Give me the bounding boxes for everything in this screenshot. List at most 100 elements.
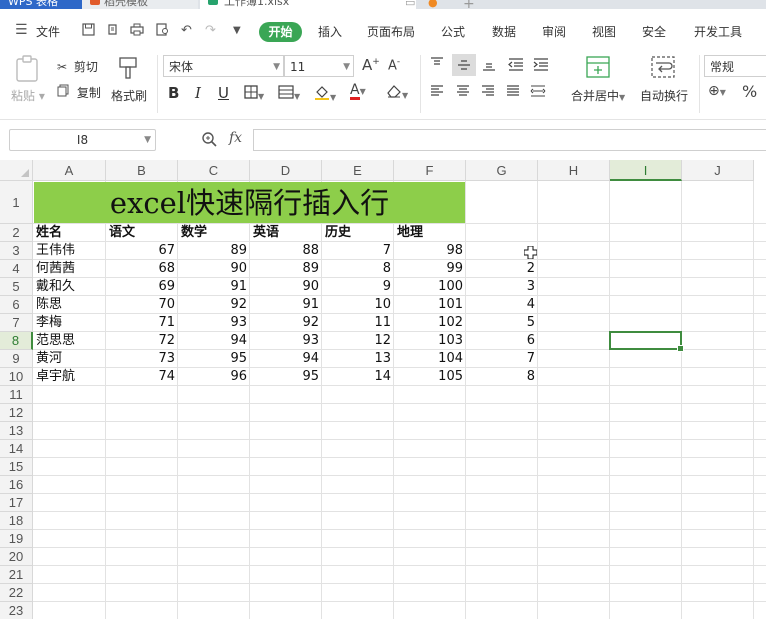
value-cell[interactable]: 89 bbox=[178, 242, 250, 260]
value-cell[interactable]: 93 bbox=[178, 314, 250, 332]
name-box[interactable]: I8 ▼ bbox=[9, 129, 156, 151]
export-icon[interactable] bbox=[106, 23, 119, 40]
row-header-19[interactable]: 19 bbox=[0, 530, 33, 548]
cut-button[interactable]: ✂ 剪切 bbox=[57, 58, 98, 75]
column-header-f[interactable]: F bbox=[394, 160, 466, 181]
row-header-22[interactable]: 22 bbox=[0, 584, 33, 602]
wrap-text-icon-button[interactable] bbox=[651, 56, 675, 81]
value-cell[interactable]: 90 bbox=[250, 278, 322, 296]
value-cell[interactable]: 91 bbox=[250, 296, 322, 314]
format-painter-label[interactable]: 格式刷 bbox=[111, 87, 147, 104]
row-header-10[interactable]: 10 bbox=[0, 368, 33, 386]
row-header-18[interactable]: 18 bbox=[0, 512, 33, 530]
align-right-button[interactable] bbox=[481, 85, 495, 100]
print-icon[interactable] bbox=[130, 23, 144, 40]
value-cell[interactable]: 6 bbox=[466, 332, 538, 350]
column-header-i[interactable]: I bbox=[610, 160, 682, 181]
column-header-h[interactable]: H bbox=[538, 160, 610, 181]
decrease-indent-button[interactable] bbox=[508, 58, 524, 74]
increase-indent-button[interactable] bbox=[533, 58, 549, 74]
header-cell[interactable]: 语文 bbox=[106, 224, 178, 242]
value-cell[interactable]: 14 bbox=[322, 368, 394, 386]
value-cell[interactable]: 104 bbox=[394, 350, 466, 368]
align-top-button[interactable] bbox=[430, 57, 444, 72]
tab-developer[interactable]: 开发工具 bbox=[694, 23, 742, 40]
font-color-button[interactable]: A▼ bbox=[350, 83, 366, 100]
name-cell[interactable]: 何茜茜 bbox=[33, 260, 106, 278]
save-icon[interactable] bbox=[82, 23, 95, 40]
value-cell[interactable]: 92 bbox=[178, 296, 250, 314]
column-header-g[interactable]: G bbox=[466, 160, 538, 181]
chevron-down-icon[interactable]: ▼ bbox=[233, 25, 241, 36]
clear-button[interactable]: ▼ bbox=[386, 84, 408, 101]
value-cell[interactable]: 71 bbox=[106, 314, 178, 332]
border-button[interactable]: ▼ bbox=[244, 85, 264, 102]
value-cell[interactable]: 95 bbox=[178, 350, 250, 368]
value-cell[interactable]: 95 bbox=[250, 368, 322, 386]
distribute-button[interactable] bbox=[530, 85, 546, 100]
row-header-6[interactable]: 6 bbox=[0, 296, 33, 314]
column-header-j[interactable]: J bbox=[682, 160, 754, 181]
undo-icon[interactable]: ↶ bbox=[181, 23, 192, 38]
value-cell[interactable]: 67 bbox=[106, 242, 178, 260]
fill-color-button[interactable]: ▼ bbox=[314, 84, 336, 103]
header-cell[interactable]: 地理 bbox=[394, 224, 466, 242]
value-cell[interactable]: 13 bbox=[322, 350, 394, 368]
tab-view[interactable]: 视图 bbox=[592, 23, 616, 40]
value-cell[interactable]: 72 bbox=[106, 332, 178, 350]
row-header-16[interactable]: 16 bbox=[0, 476, 33, 494]
column-header-c[interactable]: C bbox=[178, 160, 250, 181]
value-cell[interactable]: 88 bbox=[250, 242, 322, 260]
value-cell[interactable]: 90 bbox=[178, 260, 250, 278]
new-tab-button[interactable]: + bbox=[463, 0, 475, 9]
decrease-font-button[interactable]: A- bbox=[388, 57, 400, 73]
format-painter-button[interactable] bbox=[117, 56, 139, 83]
row-header-1[interactable]: 1 bbox=[0, 181, 33, 224]
column-header-d[interactable]: D bbox=[250, 160, 322, 181]
row-header-15[interactable]: 15 bbox=[0, 458, 33, 476]
value-cell[interactable]: 2 bbox=[466, 260, 538, 278]
value-cell[interactable]: 5 bbox=[466, 314, 538, 332]
print-preview-icon[interactable] bbox=[156, 23, 170, 40]
value-cell[interactable]: 94 bbox=[178, 332, 250, 350]
value-cell[interactable]: 8 bbox=[322, 260, 394, 278]
tab-template[interactable]: 稻壳模板 bbox=[82, 0, 198, 9]
row-header-12[interactable]: 12 bbox=[0, 404, 33, 422]
currency-button[interactable]: ⊕▼ bbox=[708, 83, 726, 99]
name-cell[interactable]: 黄河 bbox=[33, 350, 106, 368]
row-header-14[interactable]: 14 bbox=[0, 440, 33, 458]
value-cell[interactable]: 3 bbox=[466, 278, 538, 296]
name-cell[interactable]: 陈思 bbox=[33, 296, 106, 314]
row-header-7[interactable]: 7 bbox=[0, 314, 33, 332]
value-cell[interactable]: 7 bbox=[322, 242, 394, 260]
value-cell[interactable]: 4 bbox=[466, 296, 538, 314]
font-name-select[interactable]: 宋体 ▼ bbox=[163, 55, 284, 77]
row-header-9[interactable]: 9 bbox=[0, 350, 33, 368]
row-header-8[interactable]: 8 bbox=[0, 332, 33, 350]
tab-formulas[interactable]: 公式 bbox=[441, 23, 465, 40]
name-cell[interactable]: 范思思 bbox=[33, 332, 106, 350]
row-header-11[interactable]: 11 bbox=[0, 386, 33, 404]
align-bottom-button[interactable] bbox=[482, 59, 496, 74]
header-cell[interactable]: 英语 bbox=[250, 224, 322, 242]
file-menu[interactable]: 文件 bbox=[36, 23, 60, 40]
value-cell[interactable]: 89 bbox=[250, 260, 322, 278]
italic-button[interactable]: I bbox=[195, 84, 201, 102]
value-cell[interactable]: 101 bbox=[394, 296, 466, 314]
tab-wps-spreadsheet[interactable]: WPS 表格 bbox=[0, 0, 86, 9]
column-header-e[interactable]: E bbox=[322, 160, 394, 181]
align-left-button[interactable] bbox=[430, 85, 444, 100]
select-all-corner[interactable] bbox=[0, 160, 33, 181]
value-cell[interactable]: 96 bbox=[178, 368, 250, 386]
name-cell[interactable]: 戴和久 bbox=[33, 278, 106, 296]
formula-input[interactable] bbox=[253, 129, 766, 151]
merge-center-button[interactable]: 合并居中▼ bbox=[571, 87, 625, 104]
row-header-3[interactable]: 3 bbox=[0, 242, 33, 260]
row-header-17[interactable]: 17 bbox=[0, 494, 33, 512]
value-cell[interactable]: 9 bbox=[322, 278, 394, 296]
row-header-2[interactable]: 2 bbox=[0, 224, 33, 242]
value-cell[interactable]: 12 bbox=[322, 332, 394, 350]
tab-page-layout[interactable]: 页面布局 bbox=[367, 23, 415, 40]
header-cell[interactable]: 数学 bbox=[178, 224, 250, 242]
tab-security[interactable]: 安全 bbox=[642, 23, 666, 40]
